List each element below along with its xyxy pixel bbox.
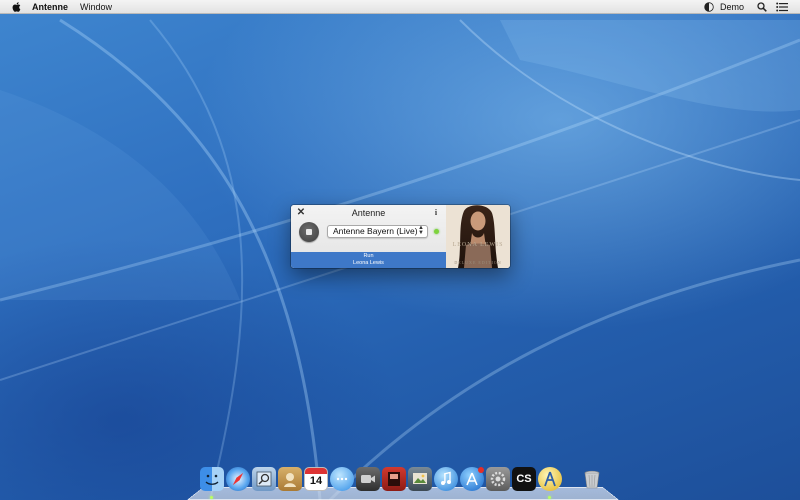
messages-icon[interactable] <box>330 467 354 491</box>
player-panel: ✕ Antenne i Antenne Bayern (Live) ▲ ▼ Run… <box>291 205 446 268</box>
menu-extras: Demo <box>704 0 800 14</box>
menu-app-name[interactable]: Antenne <box>32 2 68 12</box>
running-indicator-finder <box>210 496 213 499</box>
now-playing-bar: Run Leona Lewis <box>291 252 446 268</box>
album-art: LEONA LEWIS DELUXE EDITION <box>446 205 510 268</box>
finder-icon[interactable] <box>200 467 224 491</box>
station-select-value: Antenne Bayern (Live) <box>333 226 418 236</box>
info-icon[interactable]: i <box>433 208 439 217</box>
calendar-icon[interactable]: 14 <box>304 467 328 491</box>
station-select[interactable]: Antenne Bayern (Live) ▲ ▼ <box>327 225 428 238</box>
album-artist-text: LEONA LEWIS <box>452 242 504 248</box>
connection-status-indicator <box>434 229 439 234</box>
search-icon[interactable] <box>757 2 767 12</box>
cs-app-label: CS <box>516 473 532 485</box>
menu-bar: Antenne Window Demo <box>0 0 800 14</box>
trash-icon[interactable] <box>580 467 604 491</box>
chevron-updown-icon: ▲ ▼ <box>418 225 424 236</box>
itunes-icon[interactable] <box>434 467 458 491</box>
window-title: Antenne <box>351 208 386 218</box>
user-name[interactable]: Demo <box>720 2 744 12</box>
track-artist: Leona Lewis <box>353 259 384 266</box>
cs-app-icon[interactable]: CS <box>512 467 536 491</box>
running-indicator-antenne <box>548 496 551 499</box>
close-icon[interactable]: ✕ <box>296 208 306 218</box>
notification-list-icon[interactable] <box>776 2 788 12</box>
album-cover-image <box>446 205 510 268</box>
iphoto-icon[interactable] <box>408 467 432 491</box>
calendar-day: 14 <box>309 475 323 487</box>
dock: 14 CS <box>187 463 619 500</box>
preview-icon[interactable] <box>252 467 276 491</box>
facetime-icon[interactable] <box>356 467 380 491</box>
system-preferences-icon[interactable] <box>486 467 510 491</box>
photo-booth-icon[interactable] <box>382 467 406 491</box>
app-store-icon[interactable] <box>460 467 484 491</box>
antenne-window: ✕ Antenne i Antenne Bayern (Live) ▲ ▼ Run… <box>291 205 510 268</box>
stop-button[interactable] <box>299 222 319 242</box>
menu-window[interactable]: Window <box>80 2 112 12</box>
album-edition-text: DELUXE EDITION <box>454 260 502 265</box>
antenne-icon[interactable] <box>538 467 562 491</box>
safari-icon[interactable] <box>226 467 250 491</box>
status-icon[interactable] <box>704 2 714 12</box>
apple-icon[interactable] <box>11 1 23 13</box>
contacts-icon[interactable] <box>278 467 302 491</box>
